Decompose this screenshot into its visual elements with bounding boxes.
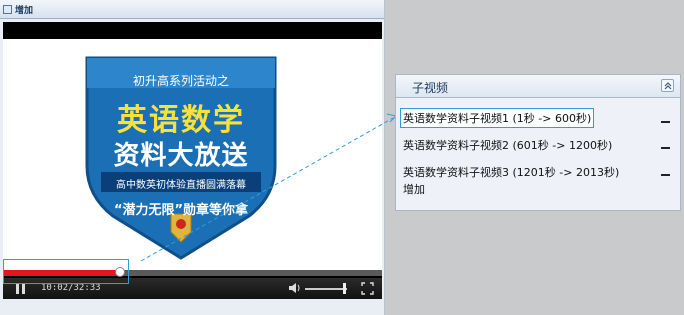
ad-line5: “潜力无限”勋章等你拿 <box>113 203 249 218</box>
sub-video-item[interactable]: 英语数学资料子视频3 (1201秒 -> 2013秒) <box>403 164 619 180</box>
time-display: 10:02/32:33 <box>41 283 101 293</box>
fullscreen-icon[interactable] <box>361 282 374 295</box>
ad-line1: 初升高系列活动之 <box>132 74 229 88</box>
ad-line2: 英语数学 <box>117 103 245 138</box>
video-frame[interactable]: 初升高系列活动之 英语数学 资料大放送 高中数英初体验直播圆满落幕 “潜力无限”… <box>3 39 382 273</box>
sub-video-item[interactable]: 英语数学资料子视频2 (601秒 -> 1200秒) <box>403 137 612 153</box>
segment-selection-highlight <box>3 259 129 284</box>
sub-video-title: 子视频 <box>412 81 449 95</box>
sub-video-header: 子视频 <box>396 75 680 98</box>
ad-line3: 资料大放送 <box>113 141 249 171</box>
remove-icon[interactable] <box>661 147 670 149</box>
panel-title: 增加 <box>15 5 34 16</box>
video-player[interactable]: 初升高系列活动之 英语数学 资料大放送 高中数英初体验直播圆满落幕 “潜力无限”… <box>3 22 382 299</box>
panel-header: 增加 <box>0 0 384 19</box>
sub-video-panel: 子视频 英语数学资料子视频1 (1秒 -> 600秒) 英语数学资料子视频2 (… <box>395 74 681 211</box>
panel-icon <box>3 4 12 14</box>
volume-slider[interactable] <box>305 288 347 290</box>
volume-icon[interactable] <box>288 282 301 294</box>
add-sub-video-link[interactable]: 增加 <box>403 181 425 197</box>
remove-icon[interactable] <box>661 121 670 123</box>
pause-icon[interactable] <box>15 283 27 294</box>
sub-video-item[interactable]: 英语数学资料子视频1 (1秒 -> 600秒) <box>400 108 595 128</box>
volume-handle[interactable] <box>343 283 346 294</box>
collapse-icon[interactable] <box>661 79 674 92</box>
remove-icon[interactable] <box>661 174 670 176</box>
ad-line4: 高中数英初体验直播圆满落幕 <box>116 180 246 191</box>
